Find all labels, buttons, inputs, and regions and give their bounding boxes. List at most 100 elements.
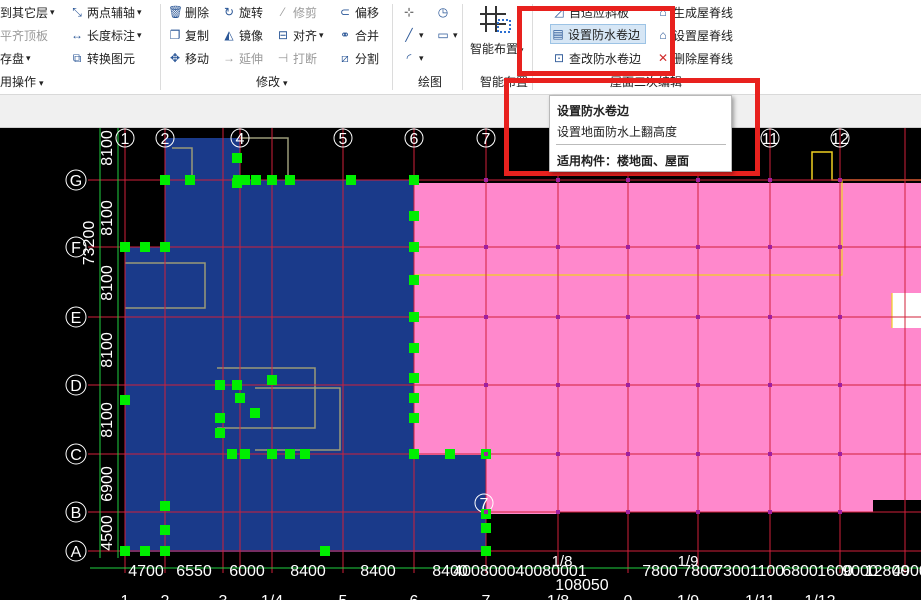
grip-point[interactable] bbox=[215, 413, 225, 423]
draw-rect-button[interactable]: ▭ ▾ bbox=[436, 25, 457, 45]
grip-point[interactable] bbox=[409, 211, 419, 221]
grip-point[interactable] bbox=[240, 175, 250, 185]
grip-point[interactable] bbox=[409, 373, 419, 383]
grip-point[interactable] bbox=[285, 449, 295, 459]
vertex-point[interactable] bbox=[484, 510, 488, 514]
grip-point[interactable] bbox=[300, 449, 310, 459]
vertex-point[interactable] bbox=[838, 245, 842, 249]
draw-point-button[interactable]: ⊹ bbox=[402, 2, 419, 22]
vertex-point[interactable] bbox=[696, 245, 700, 249]
smart-placement-button[interactable]: 智能布置▾ bbox=[470, 0, 524, 64]
vertex-point[interactable] bbox=[768, 510, 772, 514]
merge-button[interactable]: ⚭ 合并 bbox=[338, 25, 379, 45]
align-button[interactable]: ⊟ 对齐 ▾ bbox=[276, 25, 324, 45]
vertex-point[interactable] bbox=[484, 245, 488, 249]
grip-point[interactable] bbox=[160, 242, 170, 252]
trim-button[interactable]: ⁄ 修剪 bbox=[276, 2, 317, 22]
grip-point[interactable] bbox=[251, 175, 261, 185]
grip-point[interactable] bbox=[120, 395, 130, 405]
grip-point[interactable] bbox=[409, 175, 419, 185]
vertex-point[interactable] bbox=[768, 178, 772, 182]
vertex-point[interactable] bbox=[768, 452, 772, 456]
grip-point[interactable] bbox=[232, 380, 242, 390]
vertex-point[interactable] bbox=[626, 510, 630, 514]
pink-roof-slab[interactable] bbox=[414, 183, 921, 514]
length-dimension-button[interactable]: ↔ 长度标注 ▾ bbox=[70, 25, 142, 45]
align-top-slab-button[interactable]: 平齐顶板 bbox=[0, 25, 48, 45]
grip-point[interactable] bbox=[267, 175, 277, 185]
grip-point[interactable] bbox=[160, 175, 170, 185]
vertex-point[interactable] bbox=[626, 452, 630, 456]
grip-point[interactable] bbox=[215, 380, 225, 390]
floor-plan-drawing[interactable]: 1 2 4 5 6 7 11 12GFEDCBA81008100732008100810081… bbox=[0, 128, 921, 600]
mirror-button[interactable]: ◭ 镜像 bbox=[222, 25, 263, 45]
vertex-point[interactable] bbox=[626, 245, 630, 249]
vertex-point[interactable] bbox=[768, 245, 772, 249]
vertex-point[interactable] bbox=[696, 315, 700, 319]
vertex-point[interactable] bbox=[838, 178, 842, 182]
grip-point[interactable] bbox=[409, 449, 419, 459]
copy-to-other-floor-button[interactable]: 到其它层 ▾ bbox=[0, 2, 55, 22]
grip-point[interactable] bbox=[409, 413, 419, 423]
grip-point[interactable] bbox=[160, 501, 170, 511]
grip-point[interactable] bbox=[267, 449, 277, 459]
delete-button[interactable]: 🗑 删除 bbox=[168, 2, 209, 22]
offset-button[interactable]: ⊂ 偏移 bbox=[338, 2, 379, 22]
vertex-point[interactable] bbox=[484, 452, 488, 456]
vertex-point[interactable] bbox=[626, 315, 630, 319]
grip-point[interactable] bbox=[409, 312, 419, 322]
grip-point[interactable] bbox=[232, 153, 242, 163]
move-button[interactable]: ✥ 移动 bbox=[168, 48, 209, 68]
grip-point[interactable] bbox=[409, 343, 419, 353]
vertex-point[interactable] bbox=[696, 178, 700, 182]
vertex-point[interactable] bbox=[484, 178, 488, 182]
vertex-point[interactable] bbox=[696, 510, 700, 514]
draw-circle-button[interactable]: ◷ bbox=[436, 2, 453, 22]
split-button[interactable]: ⧄ 分割 bbox=[338, 48, 379, 68]
grip-point[interactable] bbox=[120, 546, 130, 556]
grip-point[interactable] bbox=[185, 175, 195, 185]
grip-point[interactable] bbox=[409, 275, 419, 285]
convert-element-button[interactable]: ⧉ 转换图元 bbox=[70, 48, 135, 68]
grip-point[interactable] bbox=[160, 525, 170, 535]
grip-point[interactable] bbox=[346, 175, 356, 185]
vertex-point[interactable] bbox=[696, 452, 700, 456]
vertex-point[interactable] bbox=[556, 452, 560, 456]
grip-point[interactable] bbox=[267, 375, 277, 385]
vertex-point[interactable] bbox=[626, 178, 630, 182]
grip-point[interactable] bbox=[481, 546, 491, 556]
two-point-aux-axis-button[interactable]: ⤡ 两点辅轴 ▾ bbox=[70, 2, 141, 22]
grip-point[interactable] bbox=[481, 523, 491, 533]
extend-button[interactable]: → 延伸 bbox=[222, 48, 263, 68]
vertex-point[interactable] bbox=[556, 245, 560, 249]
grip-point[interactable] bbox=[120, 242, 130, 252]
grip-point[interactable] bbox=[320, 546, 330, 556]
vertex-point[interactable] bbox=[556, 315, 560, 319]
vertex-point[interactable] bbox=[838, 452, 842, 456]
vertex-point[interactable] bbox=[768, 315, 772, 319]
grip-point[interactable] bbox=[240, 449, 250, 459]
grip-point[interactable] bbox=[227, 449, 237, 459]
vertex-point[interactable] bbox=[838, 510, 842, 514]
vertex-point[interactable] bbox=[556, 383, 560, 387]
grip-point[interactable] bbox=[409, 242, 419, 252]
grip-point[interactable] bbox=[250, 408, 260, 418]
grip-point[interactable] bbox=[215, 428, 225, 438]
save-disk-button[interactable]: 存盘 ▾ bbox=[0, 48, 31, 68]
vertex-point[interactable] bbox=[838, 383, 842, 387]
copy-button[interactable]: ❐ 复制 bbox=[168, 25, 209, 45]
grip-point[interactable] bbox=[235, 393, 245, 403]
grip-point[interactable] bbox=[140, 546, 150, 556]
vertex-point[interactable] bbox=[838, 315, 842, 319]
vertex-point[interactable] bbox=[484, 315, 488, 319]
vertex-point[interactable] bbox=[768, 383, 772, 387]
grip-point[interactable] bbox=[160, 546, 170, 556]
draw-arc-button[interactable]: ◜ ▾ bbox=[402, 48, 424, 68]
grip-point[interactable] bbox=[445, 449, 455, 459]
cad-drawing-canvas[interactable]: 1 2 4 5 6 7 11 12 G F E D C B A 8100 8100 73200 8100 8100 81… bbox=[0, 128, 921, 600]
vertex-point[interactable] bbox=[484, 383, 488, 387]
grip-point[interactable] bbox=[285, 175, 295, 185]
grip-point[interactable] bbox=[409, 393, 419, 403]
draw-line-button[interactable]: ╱ ▾ bbox=[402, 25, 423, 45]
break-button[interactable]: ⊣ 打断 bbox=[276, 48, 317, 68]
